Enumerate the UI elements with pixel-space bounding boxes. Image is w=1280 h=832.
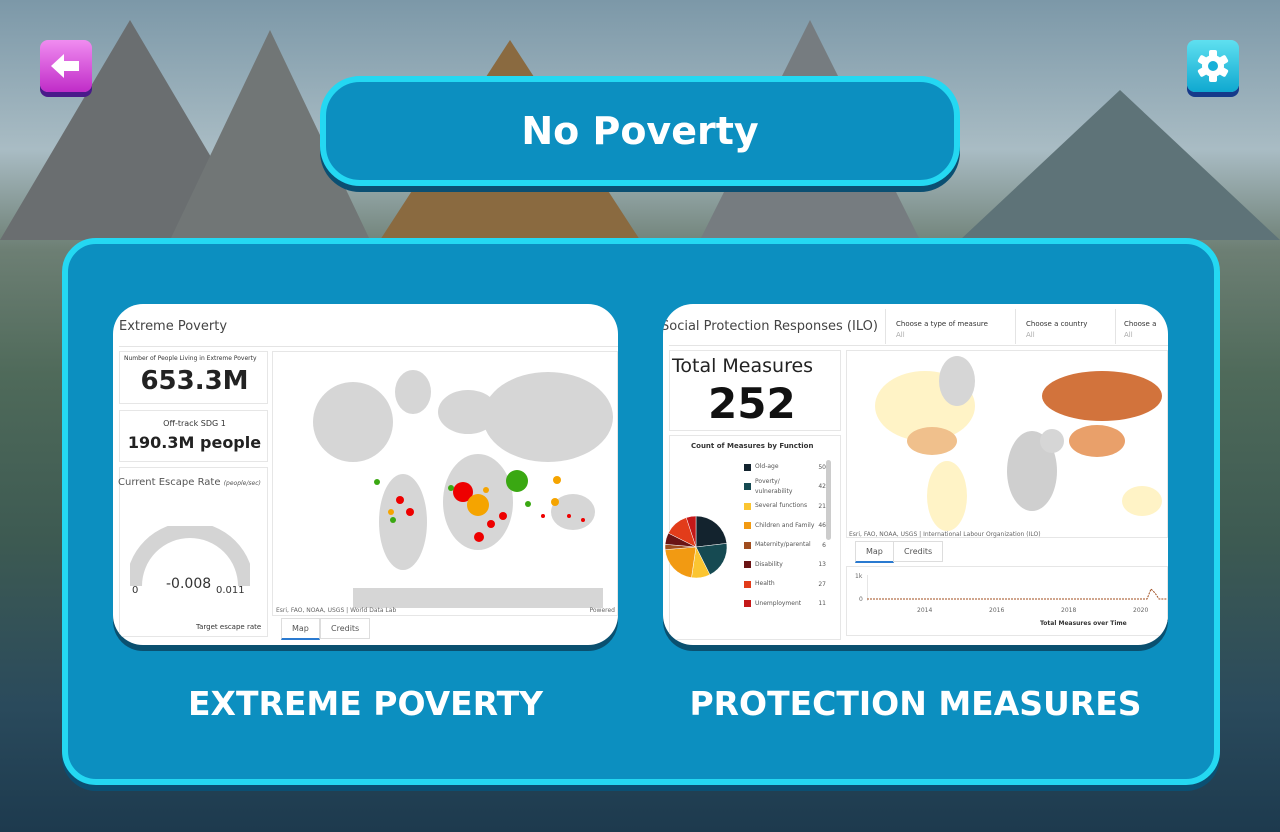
gauge-min: 0 [132, 585, 139, 596]
filter-value: All [896, 331, 905, 339]
legend-value: 11 [818, 600, 826, 607]
legend-label: Unemployment [755, 599, 802, 607]
dashboard-title: Social Protection Responses (ILO) [663, 319, 878, 334]
page-title-text: No Poverty [521, 109, 759, 153]
legend-swatch [744, 561, 751, 568]
pie-slice[interactable] [664, 546, 697, 578]
gauge-title: Current Escape Rate [118, 477, 221, 488]
legend-item[interactable]: Old-age 50 [744, 458, 826, 476]
escape-rate-gauge: Current Escape Rate (people/sec) 0 -0.00… [118, 467, 268, 637]
legend-scrollbar[interactable] [826, 460, 831, 540]
legend-value: 27 [818, 580, 826, 588]
world-map [313, 370, 613, 608]
legend-value: 50 [818, 463, 826, 471]
extreme-poverty-label: EXTREME POVERTY [187, 684, 544, 723]
x-tick: 2018 [1061, 607, 1077, 614]
legend-item[interactable]: Several functions 21 [744, 497, 826, 515]
legend-label: Health [755, 580, 775, 587]
total-value: 252 [708, 379, 796, 428]
page-title: No Poverty [320, 76, 960, 186]
world-map [875, 356, 1162, 531]
legend-item[interactable]: Poverty/ vulnerability 42 [744, 478, 826, 496]
powered-by: Powered [589, 607, 615, 614]
tab-map[interactable]: Map [855, 541, 894, 563]
protection-measures-label: PROTECTION MEASURES [689, 684, 1142, 723]
map-attribution: Esri, FAO, NOAA, USGS | International La… [849, 531, 1041, 538]
legend-label: Children and Family [755, 521, 815, 529]
metric-off-track: Off-track SDG 1 190.3M people [119, 410, 268, 462]
filter-value: All [1124, 331, 1133, 339]
gear-icon [1197, 50, 1229, 82]
y-tick: 0 [859, 596, 863, 603]
chart-title: Total Measures over Time [1040, 620, 1127, 627]
pie-title: Count of Measures by Function [691, 442, 814, 450]
legend-label: Poverty/ vulnerability [755, 477, 793, 495]
tab-map[interactable]: Map [281, 618, 320, 640]
gauge-unit: (people/sec) [223, 480, 261, 487]
y-tick: 1k [855, 573, 863, 580]
filter-label: Choose a type of measure [896, 320, 988, 328]
legend-item[interactable]: Maternity/parental 6 [744, 536, 826, 554]
x-tick: 2016 [989, 607, 1005, 614]
legend-item[interactable]: Children and Family 46 [744, 517, 826, 535]
legend-value: 13 [818, 561, 826, 568]
protection-measures-card[interactable]: Social Protection Responses (ILO) Choose… [663, 304, 1168, 645]
back-button[interactable] [40, 40, 92, 92]
legend-swatch [744, 522, 751, 529]
total-measures: Total Measures 252 [669, 350, 841, 431]
poverty-map[interactable]: Esri, FAO, NOAA, USGS | World Data Lab P… [272, 351, 618, 616]
metric-value: 190.3M people [127, 433, 262, 452]
filter-country[interactable]: Choose a country All [1015, 309, 1115, 344]
legend-swatch [744, 541, 751, 549]
legend-value: 42 [818, 483, 826, 490]
x-tick: 2014 [917, 607, 933, 614]
legend-swatch [744, 463, 751, 471]
legend-swatch [744, 600, 751, 607]
measures-pie-panel: Count of Measures by Function Old-age 50 P… [664, 435, 841, 640]
gauge-footer: Target escape rate [196, 623, 262, 631]
legend-label: Several functions [755, 502, 808, 509]
legend-value: 21 [818, 502, 826, 510]
measures-time-chart: 1k 0 2014 2016 2018 2020 Total Measures … [846, 566, 1168, 636]
legend-item[interactable]: Health 27 [744, 575, 826, 593]
filter-label: Choose a country [1026, 320, 1088, 328]
map-attribution: Esri, FAO, NOAA, USGS | World Data Lab [276, 607, 397, 614]
filter-value: All [1026, 331, 1035, 339]
legend-item[interactable]: Disability 13 [744, 556, 826, 574]
legend-swatch [744, 483, 751, 490]
legend-value: 46 [818, 522, 826, 529]
legend-value: 6 [822, 541, 826, 549]
legend-swatch [744, 580, 751, 588]
dashboard-title: Extreme Poverty [119, 319, 228, 334]
total-label: Total Measures [672, 355, 814, 377]
extreme-poverty-card[interactable]: Extreme Poverty Number of People Living … [113, 304, 618, 645]
filter-label: Choose a [1124, 320, 1157, 328]
filter-measure-type[interactable]: Choose a type of measure All [885, 309, 1015, 344]
gauge-value: -0.008 [166, 576, 212, 592]
x-tick: 2020 [1133, 607, 1149, 614]
legend-label: Disability [755, 560, 783, 568]
legend-label: Old-age [755, 463, 779, 470]
time-series-line [867, 575, 1167, 601]
measures-map[interactable]: Esri, FAO, NOAA, USGS | International La… [846, 350, 1168, 538]
metric-poverty-count: Number of People Living in Extreme Pover… [119, 351, 268, 404]
metric-label: Off-track SDG 1 [163, 419, 226, 428]
tab-credits[interactable]: Credits [320, 618, 371, 639]
filter-third[interactable]: Choose a All [1115, 309, 1168, 344]
metric-value: 653.3M [140, 366, 249, 396]
pie-chart [664, 515, 728, 579]
gauge-max: 0.011 [216, 585, 245, 596]
settings-button[interactable] [1187, 40, 1239, 92]
tab-credits[interactable]: Credits [893, 541, 944, 562]
pie-slice[interactable] [695, 515, 728, 548]
legend-label: Maternity/parental [755, 541, 811, 548]
arrow-left-icon [51, 54, 79, 78]
legend-swatch [744, 502, 751, 510]
metric-label: Number of People Living in Extreme Pover… [124, 355, 257, 362]
legend-item[interactable]: Unemployment 11 [744, 595, 826, 613]
